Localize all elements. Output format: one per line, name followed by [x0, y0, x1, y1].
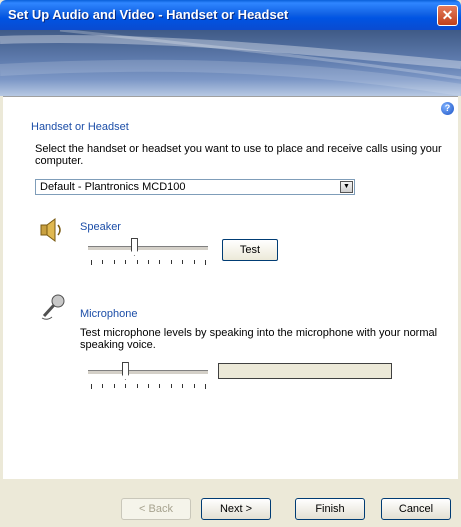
- slider-tick: [148, 260, 149, 264]
- microphone-volume-slider[interactable]: [88, 362, 208, 392]
- speaker-icon: [40, 218, 61, 242]
- header-banner: [0, 30, 461, 96]
- speaker-volume-slider[interactable]: [88, 238, 208, 268]
- slider-tick: [170, 260, 172, 264]
- microphone-description: Test microphone levels by speaking into …: [80, 327, 438, 351]
- slider-tick: [91, 260, 92, 265]
- content-panel: ? Handset or Headset Select the handset …: [3, 96, 458, 479]
- slider-tick: [193, 384, 195, 388]
- slider-ticks: [88, 384, 208, 389]
- slider-tick: [113, 384, 115, 388]
- slider-tick: [170, 384, 172, 388]
- slider-tick: [125, 384, 127, 388]
- cancel-button[interactable]: Cancel: [381, 498, 451, 520]
- slider-tick: [205, 384, 206, 389]
- slider-tick: [148, 384, 149, 388]
- title-bar[interactable]: Set Up Audio and Video - Handset or Head…: [0, 0, 461, 30]
- slider-tick: [182, 260, 184, 264]
- slider-tick: [159, 260, 161, 264]
- microphone-label: Microphone: [80, 308, 138, 320]
- slider-thumb[interactable]: [121, 362, 129, 380]
- slider-tick: [102, 260, 104, 264]
- test-speaker-button[interactable]: Test: [222, 239, 278, 261]
- section-heading: Handset or Headset: [31, 121, 129, 133]
- back-button[interactable]: < Back: [121, 498, 191, 520]
- slider-track: [88, 246, 208, 251]
- finish-button[interactable]: Finish: [295, 498, 365, 520]
- next-button[interactable]: Next >: [201, 498, 271, 520]
- close-button[interactable]: ✕: [437, 5, 458, 26]
- slider-tick: [91, 384, 92, 389]
- instruction-text: Select the handset or headset you want t…: [35, 143, 442, 167]
- slider-track: [88, 370, 208, 375]
- window-title: Set Up Audio and Video - Handset or Head…: [8, 7, 289, 22]
- wizard-footer: < Back Next > Finish Cancel: [0, 478, 461, 527]
- slider-tick: [136, 260, 138, 264]
- device-dropdown-value: Default - Plantronics MCD100: [40, 181, 186, 193]
- slider-tick: [193, 260, 195, 264]
- slider-tick: [136, 384, 138, 388]
- slider-tick: [113, 260, 115, 264]
- chevron-down-icon[interactable]: ▼: [340, 181, 353, 193]
- slider-tick: [159, 384, 161, 388]
- close-icon: ✕: [441, 7, 454, 23]
- device-dropdown[interactable]: Default - Plantronics MCD100 ▼: [35, 179, 355, 195]
- microphone-icon: [41, 294, 65, 320]
- slider-tick: [102, 384, 104, 388]
- speaker-label: Speaker: [80, 221, 121, 233]
- slider-thumb[interactable]: [130, 238, 138, 256]
- banner-swoosh: [0, 30, 461, 96]
- slider-tick: [182, 384, 184, 388]
- microphone-level-meter: [218, 363, 392, 379]
- help-icon[interactable]: ?: [441, 102, 454, 115]
- slider-ticks: [88, 260, 208, 265]
- slider-tick: [125, 260, 127, 264]
- slider-tick: [205, 260, 206, 265]
